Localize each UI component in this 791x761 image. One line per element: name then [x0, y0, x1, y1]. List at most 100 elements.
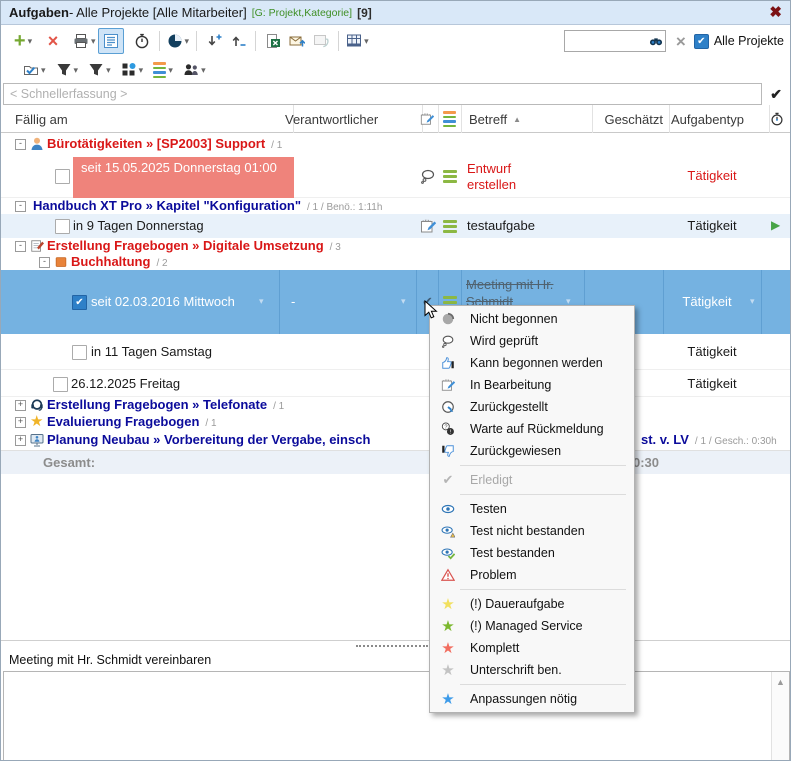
star-blue-icon: [436, 692, 460, 707]
delete-task-button[interactable]: [41, 29, 65, 53]
note-textarea[interactable]: [4, 672, 779, 761]
filter-2-button[interactable]: [86, 58, 113, 82]
refresh-image-button[interactable]: [309, 29, 333, 53]
menu-item-managed-service[interactable]: (!) Managed Service: [430, 615, 634, 637]
menu-item-nicht-begonnen[interactable]: Nicht begonnen: [430, 308, 634, 330]
collapse-icon[interactable]: [39, 257, 50, 268]
search-input[interactable]: [565, 34, 649, 48]
expand-icon[interactable]: [15, 400, 26, 411]
star-green-icon: [436, 619, 460, 634]
clear-search-icon[interactable]: [676, 33, 686, 50]
send-mail-button[interactable]: [285, 29, 309, 53]
group-row[interactable]: Buchhaltung/ 2: [1, 254, 790, 270]
filter-button[interactable]: [54, 58, 81, 82]
task-checkbox[interactable]: [55, 219, 70, 234]
table-layout-button[interactable]: [344, 29, 371, 53]
column-header-due[interactable]: Fällig am: [1, 105, 294, 133]
menu-item-kann-begonnen-werden[interactable]: Kann begonnen werden: [430, 352, 634, 374]
group-row[interactable]: Erstellung Fragebogen » Telefonate/ 1: [1, 397, 790, 414]
grouping-button[interactable]: [119, 58, 146, 82]
task-checkbox[interactable]: [53, 377, 68, 392]
menu-item-in-bearbeitung[interactable]: In Bearbeitung: [430, 374, 634, 396]
menu-item-zurueckgestellt[interactable]: Zurückgestellt: [430, 396, 634, 418]
group-label-end: st. v. LV/ 1 / Gesch.: 0:30h: [641, 432, 777, 447]
excel-icon: [265, 33, 281, 49]
task-checkbox[interactable]: [55, 169, 70, 184]
menu-item-test-nicht-bestanden[interactable]: Test nicht bestanden: [430, 520, 634, 542]
priority-lines-icon: [443, 170, 457, 183]
column-header-owner[interactable]: Verantwortlicher: [279, 105, 423, 133]
menu-item-problem[interactable]: Problem: [430, 564, 634, 586]
task-row[interactable]: in 11 Tagen Samstag Tätigkeit: [1, 334, 790, 370]
play-icon[interactable]: [771, 218, 780, 232]
table-grid-icon: [346, 33, 362, 49]
due-date-cell: seit 15.05.2025 Donnerstag 01:00: [73, 157, 294, 199]
menu-item-testen[interactable]: Testen: [430, 498, 634, 520]
column-header-priority[interactable]: [438, 105, 462, 133]
chevron-down-icon[interactable]: [750, 296, 755, 307]
group-row[interactable]: Bürotätigkeiten » [SP2003] Support/ 1: [1, 133, 790, 155]
group-row[interactable]: Handbuch XT Pro » Kapitel "Konfiguration…: [1, 198, 790, 214]
vertical-scrollbar[interactable]: [771, 672, 789, 761]
menu-item-daueraufgabe[interactable]: (!) Daueraufgabe: [430, 593, 634, 615]
menu-item-wird-geprueft[interactable]: Wird geprüft: [430, 330, 634, 352]
expand-icon[interactable]: [15, 417, 26, 428]
menu-item-test-bestanden[interactable]: Test bestanden: [430, 542, 634, 564]
group-row[interactable]: Evaluierung Fragebogen/ 1: [1, 414, 790, 430]
star-grey-icon: [436, 663, 460, 678]
subject-cell: Entwurf erstellen: [467, 161, 562, 193]
move-down-button[interactable]: [202, 29, 226, 53]
table-header: Fällig am Verantwortlicher Betreff Gesch…: [1, 105, 790, 133]
task-row-selected[interactable]: seit 02.03.2016 Mittwoch - Meeting mit H…: [1, 270, 790, 334]
scroll-up-icon[interactable]: [776, 677, 785, 687]
all-projects-checkbox[interactable]: [694, 34, 709, 49]
preview-list-button[interactable]: [98, 28, 124, 54]
column-header-type[interactable]: Aufgabentyp: [663, 105, 770, 133]
timer-button[interactable]: [130, 29, 154, 53]
print-button[interactable]: [71, 29, 98, 53]
quick-entry-input[interactable]: [3, 83, 762, 105]
group-row[interactable]: Erstellung Fragebogen » Digitale Umsetzu…: [1, 238, 790, 254]
expand-icon[interactable]: [15, 435, 26, 446]
thumb-up-icon: [436, 356, 460, 370]
splitter-handle[interactable]: [1, 641, 790, 650]
collapse-icon[interactable]: [15, 201, 26, 212]
column-header-estimated[interactable]: Geschätzt: [584, 105, 670, 133]
menu-item-anpassungen-noetig[interactable]: Anpassungen nötig: [430, 688, 634, 710]
assignee-button[interactable]: [181, 58, 208, 82]
title-bar: Aufgaben - Alle Projekte [Alle Mitarbeit…: [1, 1, 790, 25]
chart-button[interactable]: [165, 29, 192, 53]
excel-export-button[interactable]: [261, 29, 285, 53]
column-header-status[interactable]: [416, 105, 439, 133]
task-row[interactable]: seit 15.05.2025 Donnerstag 01:00 Entwurf…: [1, 155, 790, 198]
menu-item-warte-auf-rueckmeldung[interactable]: ?! Warte auf Rückmeldung: [430, 418, 634, 440]
collapse-icon[interactable]: [15, 139, 26, 150]
task-row[interactable]: in 9 Tagen Donnerstag testaufgabe Tätigk…: [1, 214, 790, 238]
chevron-down-icon: [28, 36, 33, 47]
task-checkbox[interactable]: [72, 345, 87, 360]
task-row[interactable]: 26.12.2025 Freitag Tätigkeit: [1, 370, 790, 397]
menu-item-unterschrift-ben[interactable]: Unterschrift ben.: [430, 659, 634, 681]
close-icon[interactable]: ✖: [769, 5, 782, 20]
color-lines-icon: [443, 111, 456, 127]
confirm-check-icon[interactable]: [770, 86, 782, 103]
chevron-down-icon: [185, 36, 190, 47]
add-task-button[interactable]: [11, 29, 35, 53]
move-up-button[interactable]: [226, 29, 250, 53]
task-checkbox[interactable]: [72, 295, 87, 310]
column-header-subject[interactable]: Betreff: [461, 105, 593, 133]
eye-icon: [436, 502, 460, 516]
group-row[interactable]: Planung Neubau » Vorbereitung der Vergab…: [1, 430, 790, 450]
collapse-icon[interactable]: [15, 241, 26, 252]
chevron-down-icon[interactable]: [259, 296, 264, 307]
columns-button[interactable]: [151, 58, 175, 82]
chevron-down-icon[interactable]: [401, 296, 406, 307]
document-list-icon: [103, 33, 119, 49]
menu-item-komplett[interactable]: Komplett: [430, 637, 634, 659]
column-header-timer[interactable]: [761, 105, 791, 133]
star-red-icon: [436, 641, 460, 656]
group-count: / 1: [271, 140, 282, 151]
menu-item-zurueckgewiesen[interactable]: Zurückgewiesen: [430, 440, 634, 462]
menu-item-erledigt[interactable]: Erledigt: [430, 469, 634, 491]
view-select-button[interactable]: [21, 58, 48, 82]
